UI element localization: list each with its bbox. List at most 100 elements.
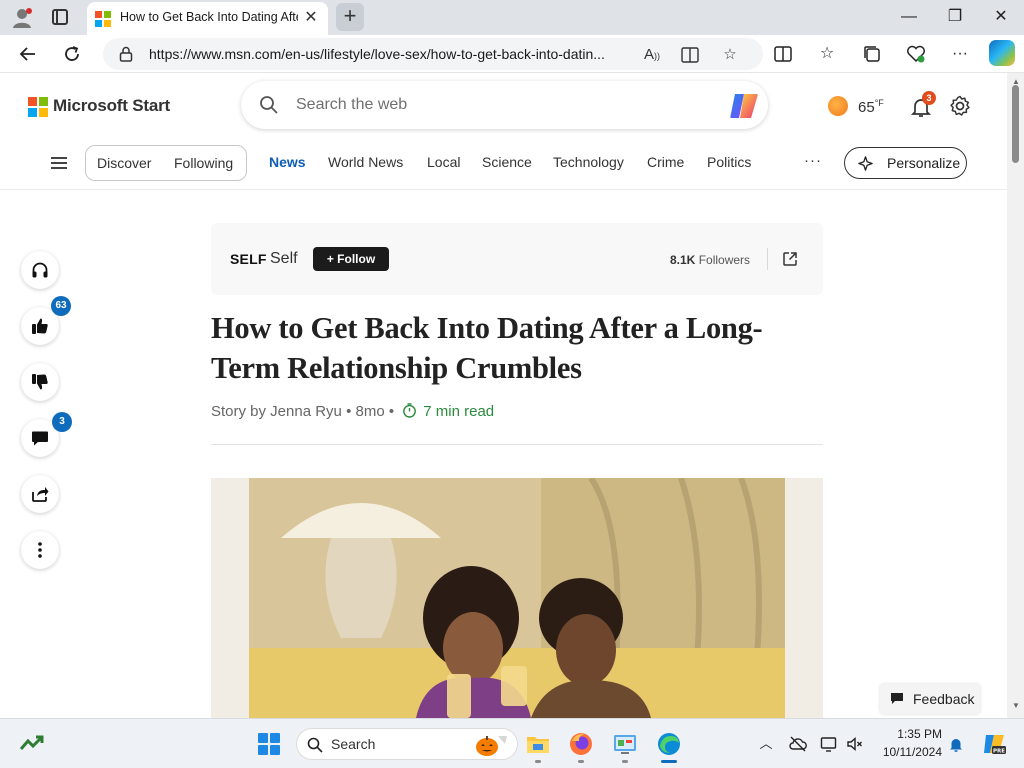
nav-following[interactable]: Following [174, 155, 233, 171]
browser-toolbar: https://www.msn.com/en-us/lifestyle/love… [0, 35, 1024, 73]
byline-author[interactable]: Story by Jenna Ryu • 8mo • [211, 403, 394, 420]
personalize-label: Personalize [887, 155, 961, 171]
taskbar-search-icon [307, 737, 323, 753]
publisher-divider [767, 248, 768, 270]
nav-science[interactable]: Science [482, 154, 532, 170]
collections-icon[interactable] [859, 41, 885, 67]
vertical-dots-icon [38, 542, 42, 558]
file-explorer-icon[interactable] [525, 731, 551, 757]
volume-muted-icon[interactable] [846, 735, 864, 753]
browser-essentials-icon[interactable] [903, 41, 929, 67]
page-scrollbar[interactable]: ▲ ▼ [1007, 73, 1024, 718]
copilot-preview-icon[interactable]: PRE [982, 733, 1006, 755]
control-panel-running-indicator [622, 760, 628, 763]
clock-date[interactable]: 10/11/2024 [876, 745, 942, 759]
file-explorer-running-indicator [535, 760, 541, 763]
followers-count: 8.1K Followers [670, 253, 751, 267]
more-options-button[interactable] [21, 531, 59, 569]
favorite-star-icon[interactable]: ☆ [719, 44, 741, 66]
msn-favicon-icon [95, 11, 111, 27]
weather-temperature[interactable]: 65°F [858, 98, 884, 116]
tab-actions-icon[interactable] [52, 9, 68, 25]
cloud-offline-icon[interactable] [789, 735, 807, 753]
article-hero-image[interactable] [211, 478, 823, 718]
web-search-box[interactable]: Search the web [241, 81, 768, 129]
feedback-button[interactable]: Feedback [880, 684, 980, 714]
dislike-button[interactable] [21, 363, 59, 401]
stocks-widget-icon[interactable] [20, 734, 44, 752]
copilot-sidebar-icon[interactable] [989, 40, 1015, 66]
firefox-icon[interactable] [568, 731, 594, 757]
split-screen-icon[interactable] [770, 41, 796, 67]
nav-politics[interactable]: Politics [707, 154, 751, 170]
read-aloud-icon[interactable]: A)) [641, 44, 663, 66]
notification-bell-tray-icon[interactable] [947, 735, 965, 753]
control-panel-icon[interactable] [612, 731, 638, 757]
refresh-button[interactable] [59, 41, 85, 67]
immersive-reader-icon[interactable] [679, 44, 701, 66]
tab-title: How to Get Back Into Dating After a Long… [120, 10, 298, 24]
scrollbar-thumb[interactable] [1012, 85, 1019, 163]
firefox-running-indicator [578, 760, 584, 763]
close-window-button[interactable]: ✕ [988, 5, 1014, 29]
listen-button[interactable] [21, 251, 59, 289]
open-external-icon[interactable] [782, 251, 798, 267]
lock-icon[interactable] [119, 46, 133, 62]
publisher-logo[interactable]: SELF [230, 251, 267, 267]
clock-time[interactable]: 1:35 PM [876, 727, 942, 741]
taskbar-search-label: Search [331, 736, 376, 752]
headphones-icon [32, 262, 48, 278]
edge-browser-icon[interactable] [656, 731, 682, 757]
menu-hamburger-icon[interactable] [51, 157, 67, 169]
nav-world-news[interactable]: World News [328, 154, 403, 170]
article-byline: Story by Jenna Ryu • 8mo • 7 min read [211, 403, 494, 420]
nav-local[interactable]: Local [427, 154, 460, 170]
address-bar[interactable]: https://www.msn.com/en-us/lifestyle/love… [103, 38, 763, 70]
share-button[interactable] [21, 475, 59, 513]
article-headline: How to Get Back Into Dating After a Long… [211, 311, 763, 385]
profile-icon[interactable] [10, 6, 34, 30]
microsoft-logo-icon[interactable] [28, 97, 48, 117]
new-tab-button[interactable]: + [336, 3, 364, 31]
follow-button[interactable]: + Follow [313, 247, 389, 271]
site-brand[interactable]: Microsoft Start [53, 96, 170, 116]
nav-divider [0, 189, 1007, 190]
heart-pulse-icon [907, 45, 925, 63]
nav-discover[interactable]: Discover [97, 155, 151, 171]
network-display-icon[interactable] [820, 735, 838, 753]
comment-bubble-icon [32, 431, 48, 446]
maximize-button[interactable]: ❐ [942, 5, 968, 29]
favorites-icon[interactable]: ☆ [814, 41, 840, 67]
like-count-badge: 63 [51, 296, 71, 316]
comment-count-badge: 3 [52, 412, 72, 432]
nav-news[interactable]: News [269, 154, 306, 170]
feedback-icon [891, 693, 903, 704]
search-placeholder[interactable]: Search the web [296, 96, 407, 114]
nav-crime[interactable]: Crime [647, 154, 684, 170]
scroll-down-arrow-icon[interactable]: ▼ [1012, 701, 1020, 710]
split-screen-glyph-icon [774, 46, 792, 62]
publisher-name[interactable]: Self [270, 250, 298, 268]
personalize-button[interactable]: Personalize [844, 147, 967, 179]
search-icon[interactable] [259, 95, 279, 115]
more-menu-icon[interactable]: ··· [947, 41, 973, 67]
url-text[interactable]: https://www.msn.com/en-us/lifestyle/love… [149, 46, 639, 64]
taskbar-search-box[interactable]: Search [296, 728, 518, 760]
browser-tab-active[interactable]: How to Get Back Into Dating After a Long… [87, 2, 328, 35]
reader-icon [681, 47, 699, 63]
start-windows-icon[interactable] [258, 733, 280, 755]
weather-sun-icon[interactable] [828, 96, 848, 116]
nav-more-icon[interactable]: ··· [804, 152, 822, 169]
read-time: 7 min read [423, 403, 495, 420]
nav-technology[interactable]: Technology [553, 154, 624, 170]
tab-close-icon[interactable]: ✕ [302, 9, 320, 27]
back-arrow-icon [19, 47, 35, 61]
copilot-icon[interactable] [729, 92, 759, 120]
minimize-button[interactable]: — [896, 5, 922, 29]
thumbs-down-icon [32, 374, 48, 390]
settings-gear-icon[interactable] [948, 94, 972, 118]
windows-taskbar: Search ︿ 1:35 PM 10/11/2024 PRE [0, 718, 1024, 768]
show-hidden-icons-chevron-icon[interactable]: ︿ [757, 735, 775, 753]
share-icon [32, 487, 49, 502]
back-button[interactable] [15, 41, 41, 67]
